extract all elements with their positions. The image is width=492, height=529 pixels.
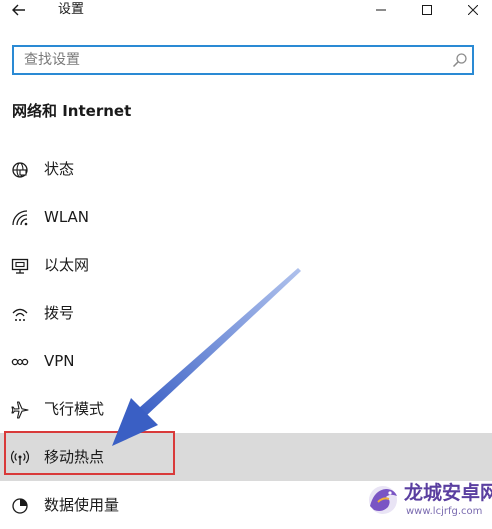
section-title: 网络和 Internet (12, 102, 132, 120)
dragon-logo-icon (369, 486, 397, 514)
nav-item-label: 移动热点 (44, 448, 105, 466)
nav-item-airplane-mode[interactable]: 飞行模式 (0, 385, 492, 433)
nav-item-label: 飞行模式 (44, 400, 105, 418)
nav-item-label: 数据使用量 (44, 496, 120, 514)
airplane-icon (11, 401, 29, 419)
close-button[interactable] (458, 0, 488, 20)
nav-item-mobile-hotspot[interactable]: 移动热点 (0, 433, 492, 481)
wifi-icon (12, 210, 28, 226)
nav-list: 状态 WLAN 以太网 拨号 VPN 飞行模式 移动热点 数据使用量 (0, 145, 492, 529)
nav-item-status[interactable]: 状态 (0, 145, 492, 193)
minimize-button[interactable] (366, 0, 396, 20)
data-usage-icon (12, 498, 28, 514)
title-bar: 设置 (0, 0, 492, 22)
window-title: 设置 (58, 2, 85, 17)
ethernet-icon (11, 258, 29, 274)
search-icon[interactable] (452, 52, 468, 68)
nav-item-ethernet[interactable]: 以太网 (0, 241, 492, 289)
arrow-left-icon (12, 4, 25, 16)
dialup-icon (12, 308, 28, 321)
nav-item-vpn[interactable]: VPN (0, 337, 492, 385)
nav-item-wlan[interactable]: WLAN (0, 193, 492, 241)
vpn-icon (11, 358, 29, 366)
nav-item-label: 状态 (44, 160, 75, 178)
back-button[interactable] (8, 0, 30, 20)
nav-item-label: 拨号 (44, 304, 75, 322)
nav-item-label: 以太网 (44, 256, 90, 274)
close-icon (468, 5, 478, 15)
nav-item-label: VPN (44, 352, 75, 370)
watermark-name: 龙城安卓网 (404, 482, 492, 504)
watermark: 龙城安卓网 www.lcjrfg.com (360, 476, 492, 520)
nav-item-dialup[interactable]: 拨号 (0, 289, 492, 337)
nav-item-label: WLAN (44, 208, 90, 226)
maximize-button[interactable] (412, 0, 442, 20)
search-box[interactable] (12, 45, 474, 75)
globe-icon (12, 162, 28, 178)
hotspot-icon (11, 450, 29, 465)
maximize-icon (422, 5, 432, 15)
watermark-url: www.lcjrfg.com (406, 506, 483, 517)
search-input[interactable] (14, 47, 444, 73)
minimize-icon (376, 9, 386, 11)
